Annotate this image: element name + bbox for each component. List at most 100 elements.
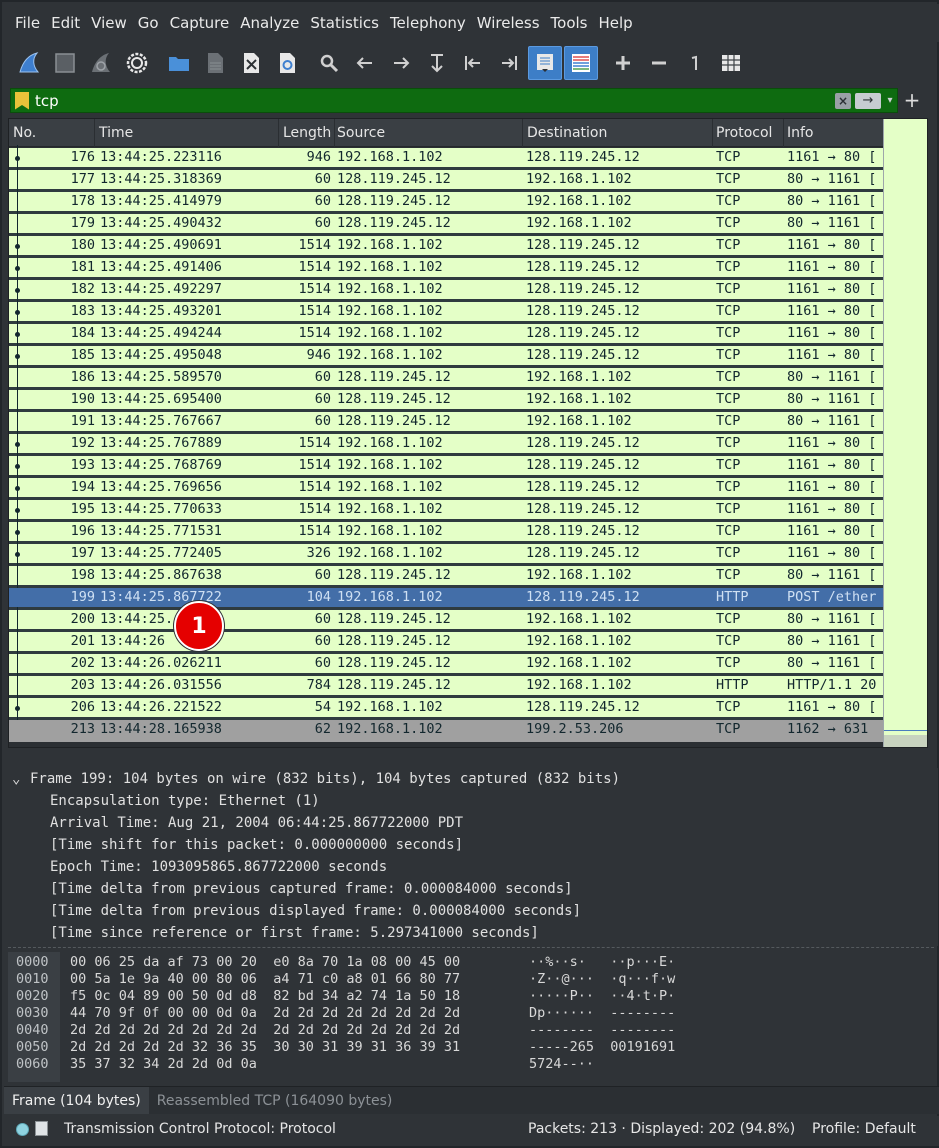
table-row[interactable]: 191 13:44:25.767667 60 128.119.245.12 192.16… xyxy=(9,409,883,434)
packet-minimap[interactable] xyxy=(883,119,927,747)
detail-line[interactable]: [Time since reference or first frame: 5.… xyxy=(8,922,938,944)
add-filter-button[interactable]: + xyxy=(902,88,922,113)
table-row[interactable]: 185 13:44:25.495048 946 192.168.1.102 128.11… xyxy=(9,343,883,368)
normal-size-icon[interactable] xyxy=(678,46,712,80)
cell-time: 13:44:25.771531 xyxy=(100,523,222,539)
hex-row[interactable]: 0060 35 37 32 34 2d 2d 0d 0a 5724--·· xyxy=(8,1056,934,1073)
cell-len: 1514 xyxy=(298,325,331,341)
menu-help[interactable]: Help xyxy=(593,14,637,32)
close-file-icon[interactable] xyxy=(234,46,268,80)
column-header-source[interactable]: Source xyxy=(333,119,523,147)
first-packet-icon[interactable] xyxy=(456,46,490,80)
go-to-packet-icon[interactable] xyxy=(420,46,454,80)
go-forward-arrow-icon[interactable] xyxy=(384,46,418,80)
table-row[interactable]: 183 13:44:25.493201 1514 192.168.1.102 128.1… xyxy=(9,299,883,324)
column-header-info[interactable]: Info xyxy=(783,119,883,147)
table-row[interactable]: 186 13:44:25.589570 60 128.119.245.12 192.16… xyxy=(9,365,883,390)
table-row[interactable]: 195 13:44:25.770633 1514 192.168.1.102 128.1… xyxy=(9,497,883,522)
table-row[interactable]: 193 13:44:25.768769 1514 192.168.1.102 128.1… xyxy=(9,453,883,478)
menu-analyze[interactable]: Analyze xyxy=(235,14,304,32)
detail-line[interactable]: Epoch Time: 1093095865.867722000 seconds xyxy=(8,856,938,878)
last-packet-icon[interactable] xyxy=(492,46,526,80)
capture-options-gear-icon[interactable] xyxy=(120,46,154,80)
table-row[interactable]: 213 13:44:28.165938 62 192.168.1.102 199.2.5… xyxy=(9,720,883,742)
chevron-down-icon[interactable]: ⌄ xyxy=(12,768,30,790)
reload-file-icon[interactable] xyxy=(270,46,304,80)
find-magnifier-icon[interactable] xyxy=(312,46,346,80)
detail-line[interactable]: [Time delta from previous displayed fram… xyxy=(8,900,938,922)
column-header-no[interactable]: No. xyxy=(9,119,95,147)
display-filter-input[interactable] xyxy=(35,91,835,110)
tab-frame-bytes[interactable]: Frame (104 bytes) xyxy=(4,1087,149,1114)
table-row[interactable]: 181 13:44:25.491406 1514 192.168.1.102 128.1… xyxy=(9,255,883,280)
apply-filter-icon[interactable]: → xyxy=(855,92,881,109)
table-row[interactable]: 190 13:44:25.695400 60 128.119.245.12 192.16… xyxy=(9,387,883,412)
table-row[interactable]: 196 13:44:25.771531 1514 192.168.1.102 128.1… xyxy=(9,519,883,544)
menu-capture[interactable]: Capture xyxy=(165,14,235,32)
hex-row[interactable]: 0020 f5 0c 04 89 00 50 0d d8 82 bd 34 a2 … xyxy=(8,988,934,1005)
table-row[interactable]: 202 13:44:26.026211 60 128.119.245.12 192.16… xyxy=(9,651,883,676)
hex-row[interactable]: 0000 00 06 25 da af 73 00 20 e0 8a 70 1a … xyxy=(8,954,934,971)
table-row[interactable]: 206 13:44:26.221522 54 192.168.1.102 128.119… xyxy=(9,695,883,720)
column-header-time[interactable]: Time xyxy=(95,119,279,147)
column-header-destination[interactable]: Destination xyxy=(523,119,713,147)
table-row[interactable]: 180 13:44:25.490691 1514 192.168.1.102 128.1… xyxy=(9,233,883,258)
menu-statistics[interactable]: Statistics xyxy=(305,14,384,32)
table-row[interactable]: 192 13:44:25.767889 1514 192.168.1.102 128.1… xyxy=(9,431,883,456)
resize-columns-icon[interactable] xyxy=(714,46,748,80)
expert-info-led-icon[interactable] xyxy=(16,1123,29,1136)
go-back-arrow-icon[interactable] xyxy=(348,46,382,80)
hex-row[interactable]: 0050 2d 2d 2d 2d 2d 32 36 35 30 30 31 39 … xyxy=(8,1039,934,1056)
pane-divider[interactable] xyxy=(8,947,934,948)
table-row[interactable]: 201 13:44:26 8 60 128.119.245.12 192.168.1.1… xyxy=(9,629,883,654)
table-row[interactable]: 194 13:44:25.769656 1514 192.168.1.102 128.1… xyxy=(9,475,883,500)
table-row[interactable]: 203 13:44:26.031556 784 128.119.245.12 192.1… xyxy=(9,673,883,698)
shark-fin-start-icon[interactable] xyxy=(12,46,46,80)
detail-line[interactable]: Arrival Time: Aug 21, 2004 06:44:25.8677… xyxy=(8,812,938,834)
cell-dst: 192.168.1.102 xyxy=(526,215,632,231)
table-row[interactable]: 177 13:44:25.318369 60 128.119.245.12 192.16… xyxy=(9,167,883,192)
autoscroll-icon[interactable] xyxy=(528,46,562,80)
menu-go[interactable]: Go xyxy=(133,14,164,32)
menu-view[interactable]: View xyxy=(86,14,132,32)
menu-wireless[interactable]: Wireless xyxy=(472,14,545,32)
table-row[interactable]: 197 13:44:25.772405 326 192.168.1.102 128.11… xyxy=(9,541,883,566)
hex-row[interactable]: 0030 44 70 9f 0f 00 00 0d 0a 2d 2d 2d 2d … xyxy=(8,1005,934,1022)
hex-row[interactable]: 0010 00 5a 1e 9a 40 00 80 06 a4 71 c0 a8 … xyxy=(8,971,934,988)
filter-history-dropdown-icon[interactable]: ▾ xyxy=(883,95,897,106)
table-row[interactable]: 179 13:44:25.490432 60 128.119.245.12 192.16… xyxy=(9,211,883,236)
clear-filter-icon[interactable]: × xyxy=(835,92,851,109)
table-row[interactable]: 200 13:44:25. 2 60 128.119.245.12 192.168.1.… xyxy=(9,607,883,632)
open-folder-icon[interactable] xyxy=(162,46,196,80)
menu-telephony[interactable]: Telephony xyxy=(385,14,471,32)
menu-edit[interactable]: Edit xyxy=(46,14,85,32)
table-row[interactable]: 178 13:44:25.414979 60 128.119.245.12 192.16… xyxy=(9,189,883,214)
bookmark-icon[interactable] xyxy=(15,91,29,110)
cell-no: 184 xyxy=(70,325,95,341)
table-row[interactable]: 184 13:44:25.494244 1514 192.168.1.102 128.1… xyxy=(9,321,883,346)
zoom-out-icon[interactable] xyxy=(642,46,676,80)
stop-square-icon[interactable] xyxy=(48,46,82,80)
frame-tree-item[interactable]: ⌄ Frame 199: 104 bytes on wire (832 bits)… xyxy=(8,768,938,790)
zoom-in-icon[interactable] xyxy=(606,46,640,80)
table-row[interactable]: 176 13:44:25.223116 946 192.168.1.102 128.11… xyxy=(9,145,883,170)
detail-line[interactable]: [Time delta from previous captured frame… xyxy=(8,878,938,900)
menu-tools[interactable]: Tools xyxy=(546,14,593,32)
hex-row[interactable]: 0040 2d 2d 2d 2d 2d 2d 2d 2d 2d 2d 2d 2d … xyxy=(8,1022,934,1039)
table-row[interactable]: 198 13:44:25.867638 60 128.119.245.12 192.16… xyxy=(9,563,883,588)
cell-dst: 192.168.1.102 xyxy=(526,193,632,209)
table-row-selected[interactable]: 199 13:44:25.867722 104 192.168.1.102 128.11… xyxy=(9,588,883,610)
cell-no: 181 xyxy=(70,259,95,275)
restart-fin-icon[interactable] xyxy=(84,46,118,80)
column-header-protocol[interactable]: Protocol xyxy=(712,119,784,147)
status-profile[interactable]: Profile: Default xyxy=(812,1121,916,1137)
table-row[interactable]: 182 13:44:25.492297 1514 192.168.1.102 128.1… xyxy=(9,277,883,302)
capture-comment-icon[interactable] xyxy=(35,1121,48,1136)
detail-line[interactable]: Encapsulation type: Ethernet (1) xyxy=(8,790,938,812)
save-file-icon[interactable] xyxy=(198,46,232,80)
menu-file[interactable]: File xyxy=(10,14,45,32)
column-header-length[interactable]: Length xyxy=(279,119,335,147)
detail-line[interactable]: [Time shift for this packet: 0.000000000… xyxy=(8,834,938,856)
colorize-icon[interactable] xyxy=(564,46,598,80)
tab-reassembled-tcp[interactable]: Reassembled TCP (164090 bytes) xyxy=(149,1087,401,1114)
